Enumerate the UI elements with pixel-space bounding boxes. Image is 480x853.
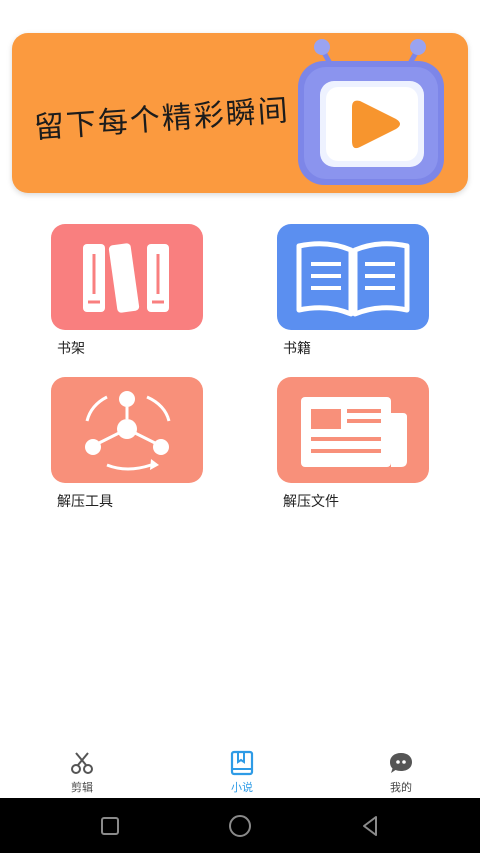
back-icon[interactable] bbox=[356, 812, 384, 840]
chat-bubble-face-icon bbox=[390, 753, 412, 773]
decompress-file-tile[interactable] bbox=[277, 377, 429, 483]
newspaper-icon bbox=[301, 397, 407, 467]
nav-label-mine: 我的 bbox=[390, 781, 412, 794]
decompress-tool-label: 解压工具 bbox=[57, 494, 113, 510]
bookshelf-label: 书架 bbox=[57, 341, 85, 357]
system-nav-bar bbox=[0, 798, 480, 853]
scissors-icon bbox=[71, 752, 93, 774]
grid-item-decompress-tool[interactable]: 解压工具 bbox=[51, 377, 231, 517]
grid-item-decompress-file[interactable]: 解压文件 bbox=[277, 377, 457, 517]
home-icon[interactable] bbox=[226, 812, 254, 840]
promo-banner[interactable]: 留下每个精彩瞬间 bbox=[12, 33, 468, 193]
books-tile[interactable] bbox=[277, 224, 429, 330]
nav-item-novel[interactable]: 小说 bbox=[202, 750, 282, 798]
bookshelf-tile[interactable] bbox=[51, 224, 203, 330]
decompress-tool-tile[interactable] bbox=[51, 377, 203, 483]
open-book-icon bbox=[296, 241, 410, 317]
share-cycle-icon bbox=[85, 391, 171, 471]
recent-apps-icon[interactable] bbox=[96, 812, 124, 840]
grid-item-books[interactable]: 书籍 bbox=[277, 224, 457, 364]
nav-label-edit: 剪辑 bbox=[71, 781, 93, 794]
grid-item-bookshelf[interactable]: 书架 bbox=[51, 224, 231, 364]
bookshelf-icon bbox=[83, 243, 169, 313]
decompress-file-label: 解压文件 bbox=[283, 494, 339, 510]
nav-label-novel: 小说 bbox=[231, 781, 253, 794]
nav-item-mine[interactable]: 我的 bbox=[361, 750, 441, 798]
banner-slogan: 留下每个精彩瞬间 bbox=[33, 93, 291, 146]
book-bookmark-icon bbox=[230, 750, 254, 776]
books-label: 书籍 bbox=[283, 341, 311, 357]
tv-play-icon bbox=[298, 39, 444, 185]
nav-item-edit[interactable]: 剪辑 bbox=[42, 750, 122, 798]
bottom-nav: 剪辑 小说 我的 bbox=[0, 744, 480, 798]
